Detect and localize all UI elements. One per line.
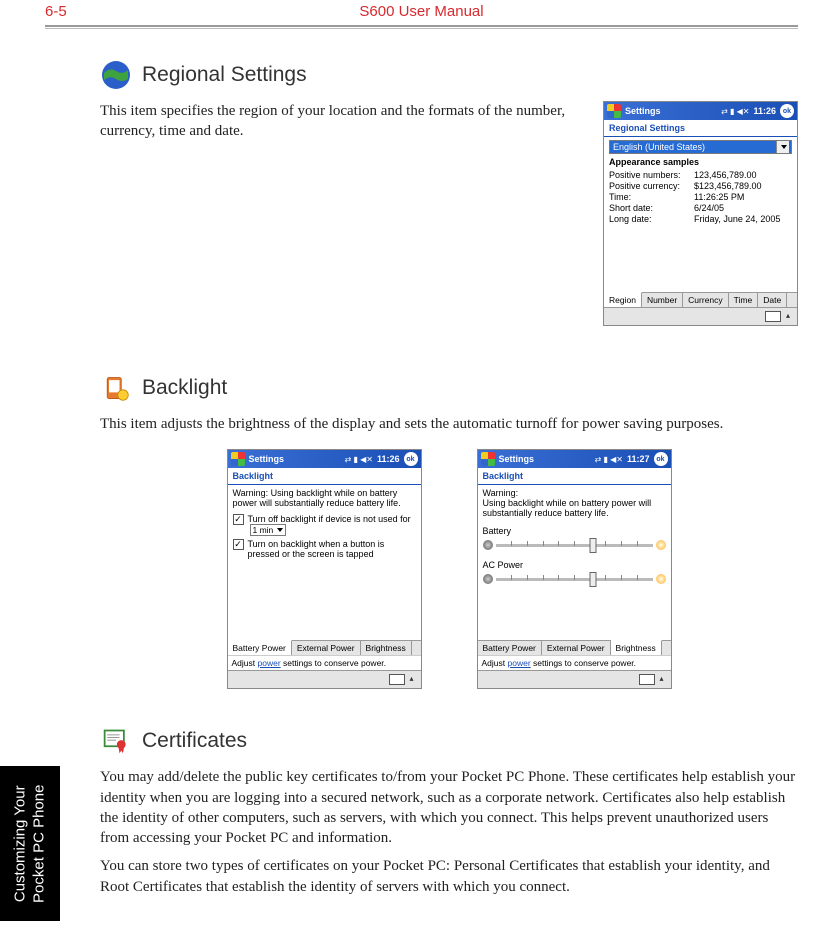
backlight-icon (100, 372, 132, 404)
slider-label-battery: Battery (483, 526, 666, 536)
duration-select[interactable]: 1 min (250, 524, 287, 536)
slider-label-ac: AC Power (483, 560, 666, 570)
windows-flag-icon (607, 104, 621, 118)
pda-tabs: Battery Power External Power Brightness (228, 640, 421, 655)
dim-bulb-icon (483, 540, 493, 550)
ok-button[interactable]: ok (780, 104, 794, 118)
sample-row: Time:11:26:25 PM (609, 192, 792, 202)
locale-select[interactable]: English (United States) (609, 140, 792, 154)
dim-bulb-icon (483, 574, 493, 584)
pda-screenshot-backlight-b: Settings ⇄ ▮ ◀✕ 11:27 ok Backlight Warni… (477, 449, 672, 689)
certificate-icon (100, 725, 132, 757)
sample-row: Short date:6/24/05 (609, 203, 792, 213)
tab-currency[interactable]: Currency (683, 293, 728, 307)
globe-icon (100, 59, 132, 91)
footer-text: Adjust power settings to conserve power. (478, 655, 671, 670)
pda-titlebar: Settings ⇄ ▮ ◀✕ 11:27 ok (478, 450, 671, 468)
warning-body: Using backlight while on battery power w… (483, 498, 666, 518)
pda-window-title: Settings (625, 106, 717, 116)
ok-button[interactable]: ok (654, 452, 668, 466)
tab-time[interactable]: Time (729, 293, 759, 307)
certificates-p1: You may add/delete the public key certif… (100, 767, 798, 848)
ac-power-slider[interactable] (483, 574, 666, 584)
pda-bottom-bar (228, 670, 421, 688)
bright-bulb-icon (656, 540, 666, 550)
status-icons: ⇄ ▮ ◀✕ (721, 107, 749, 116)
pda-tabs: Region Number Currency Time Date (604, 292, 797, 307)
pda-subhead: Backlight (478, 468, 671, 485)
pda-tabs: Battery Power External Power Brightness (478, 640, 671, 655)
ok-button[interactable]: ok (404, 452, 418, 466)
tab-battery-power[interactable]: Battery Power (478, 641, 542, 655)
tab-external-power[interactable]: External Power (292, 641, 361, 655)
warning-title: Warning: (483, 488, 666, 498)
pda-window-title: Settings (249, 454, 341, 464)
footer-text: Adjust power settings to conserve power. (228, 655, 421, 670)
side-tab-line1: Customizing Your (11, 785, 28, 902)
backlight-heading-text: Backlight (142, 376, 227, 400)
chevron-down-icon (277, 528, 283, 532)
certificates-heading-text: Certificates (142, 729, 247, 753)
checkbox-turn-off[interactable]: ✓ (233, 514, 244, 525)
page-number: 6-5 (45, 3, 95, 20)
windows-flag-icon (481, 452, 495, 466)
battery-slider[interactable] (483, 540, 666, 550)
keyboard-icon[interactable] (765, 311, 781, 322)
bright-bulb-icon (656, 574, 666, 584)
pda-time: 11:27 (627, 454, 650, 464)
regional-description: This item specifies the region of your l… (100, 101, 573, 142)
pda-time: 11:26 (753, 106, 776, 116)
sample-row: Positive currency:$123,456,789.00 (609, 181, 792, 191)
status-icons: ⇄ ▮ ◀✕ (595, 455, 623, 464)
backlight-description: This item adjusts the brightness of the … (100, 414, 798, 434)
pda-time: 11:26 (377, 454, 400, 464)
pda-titlebar: Settings ⇄ ▮ ◀✕ 11:26 ok (228, 450, 421, 468)
power-link[interactable]: power (508, 658, 531, 668)
sample-row: Long date:Friday, June 24, 2005 (609, 214, 792, 224)
tab-brightness[interactable]: Brightness (611, 640, 662, 655)
side-tab: Customizing Your Pocket PC Phone (0, 766, 60, 921)
checkbox-turn-on[interactable]: ✓ (233, 539, 244, 550)
tab-number[interactable]: Number (642, 293, 683, 307)
tab-date[interactable]: Date (758, 293, 787, 307)
warning-text: Warning: Using backlight while on batter… (233, 488, 416, 508)
windows-flag-icon (231, 452, 245, 466)
tab-region[interactable]: Region (604, 292, 642, 307)
section-heading-regional: Regional Settings (100, 59, 798, 91)
power-link[interactable]: power (258, 658, 281, 668)
certificates-p2: You can store two types of certificates … (100, 856, 798, 897)
pda-bottom-bar (604, 307, 797, 325)
pda-subhead: Backlight (228, 468, 421, 485)
keyboard-icon[interactable] (389, 674, 405, 685)
page-header: 6-5 S600 User Manual (0, 0, 816, 23)
side-tab-line2: Pocket PC Phone (30, 784, 47, 902)
section-heading-certificates: Certificates (100, 725, 798, 757)
pda-titlebar: Settings ⇄ ▮ ◀✕ 11:26 ok (604, 102, 797, 120)
appearance-label: Appearance samples (609, 157, 792, 167)
pda-bottom-bar (478, 670, 671, 688)
tab-external-power[interactable]: External Power (542, 641, 611, 655)
locale-value: English (United States) (613, 142, 705, 152)
pda-screenshot-backlight-a: Settings ⇄ ▮ ◀✕ 11:26 ok Backlight Warni… (227, 449, 422, 689)
tab-battery-power[interactable]: Battery Power (228, 640, 292, 655)
section-heading-backlight: Backlight (100, 372, 798, 404)
keyboard-icon[interactable] (639, 674, 655, 685)
status-icons: ⇄ ▮ ◀✕ (345, 455, 373, 464)
tab-brightness[interactable]: Brightness (361, 641, 412, 655)
sample-row: Positive numbers:123,456,789.00 (609, 170, 792, 180)
check1-label: Turn off backlight if device is not used… (248, 514, 411, 524)
pda-window-title: Settings (499, 454, 591, 464)
page-title: S600 User Manual (95, 3, 748, 20)
chevron-down-icon (781, 145, 787, 149)
pda-screenshot-regional: Settings ⇄ ▮ ◀✕ 11:26 ok Regional Settin… (603, 101, 798, 326)
check2-label: Turn on backlight when a button is press… (248, 539, 416, 559)
regional-heading-text: Regional Settings (142, 63, 307, 87)
pda-subhead: Regional Settings (604, 120, 797, 137)
divider (45, 25, 798, 27)
